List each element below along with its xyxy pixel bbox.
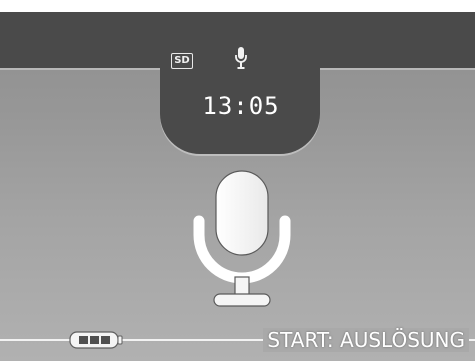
microphone-icon: [193, 170, 291, 307]
microphone-small-icon: [235, 47, 247, 69]
battery-full-icon: [69, 331, 123, 349]
camera-screen: SD 13:05 START: AUSLÖSUNG: [0, 12, 475, 361]
shutter-instruction: START: AUSLÖSUNG: [263, 328, 469, 352]
sd-card-badge: SD: [171, 53, 193, 69]
status-tab: [160, 12, 320, 154]
recording-time: 13:05: [202, 92, 280, 120]
